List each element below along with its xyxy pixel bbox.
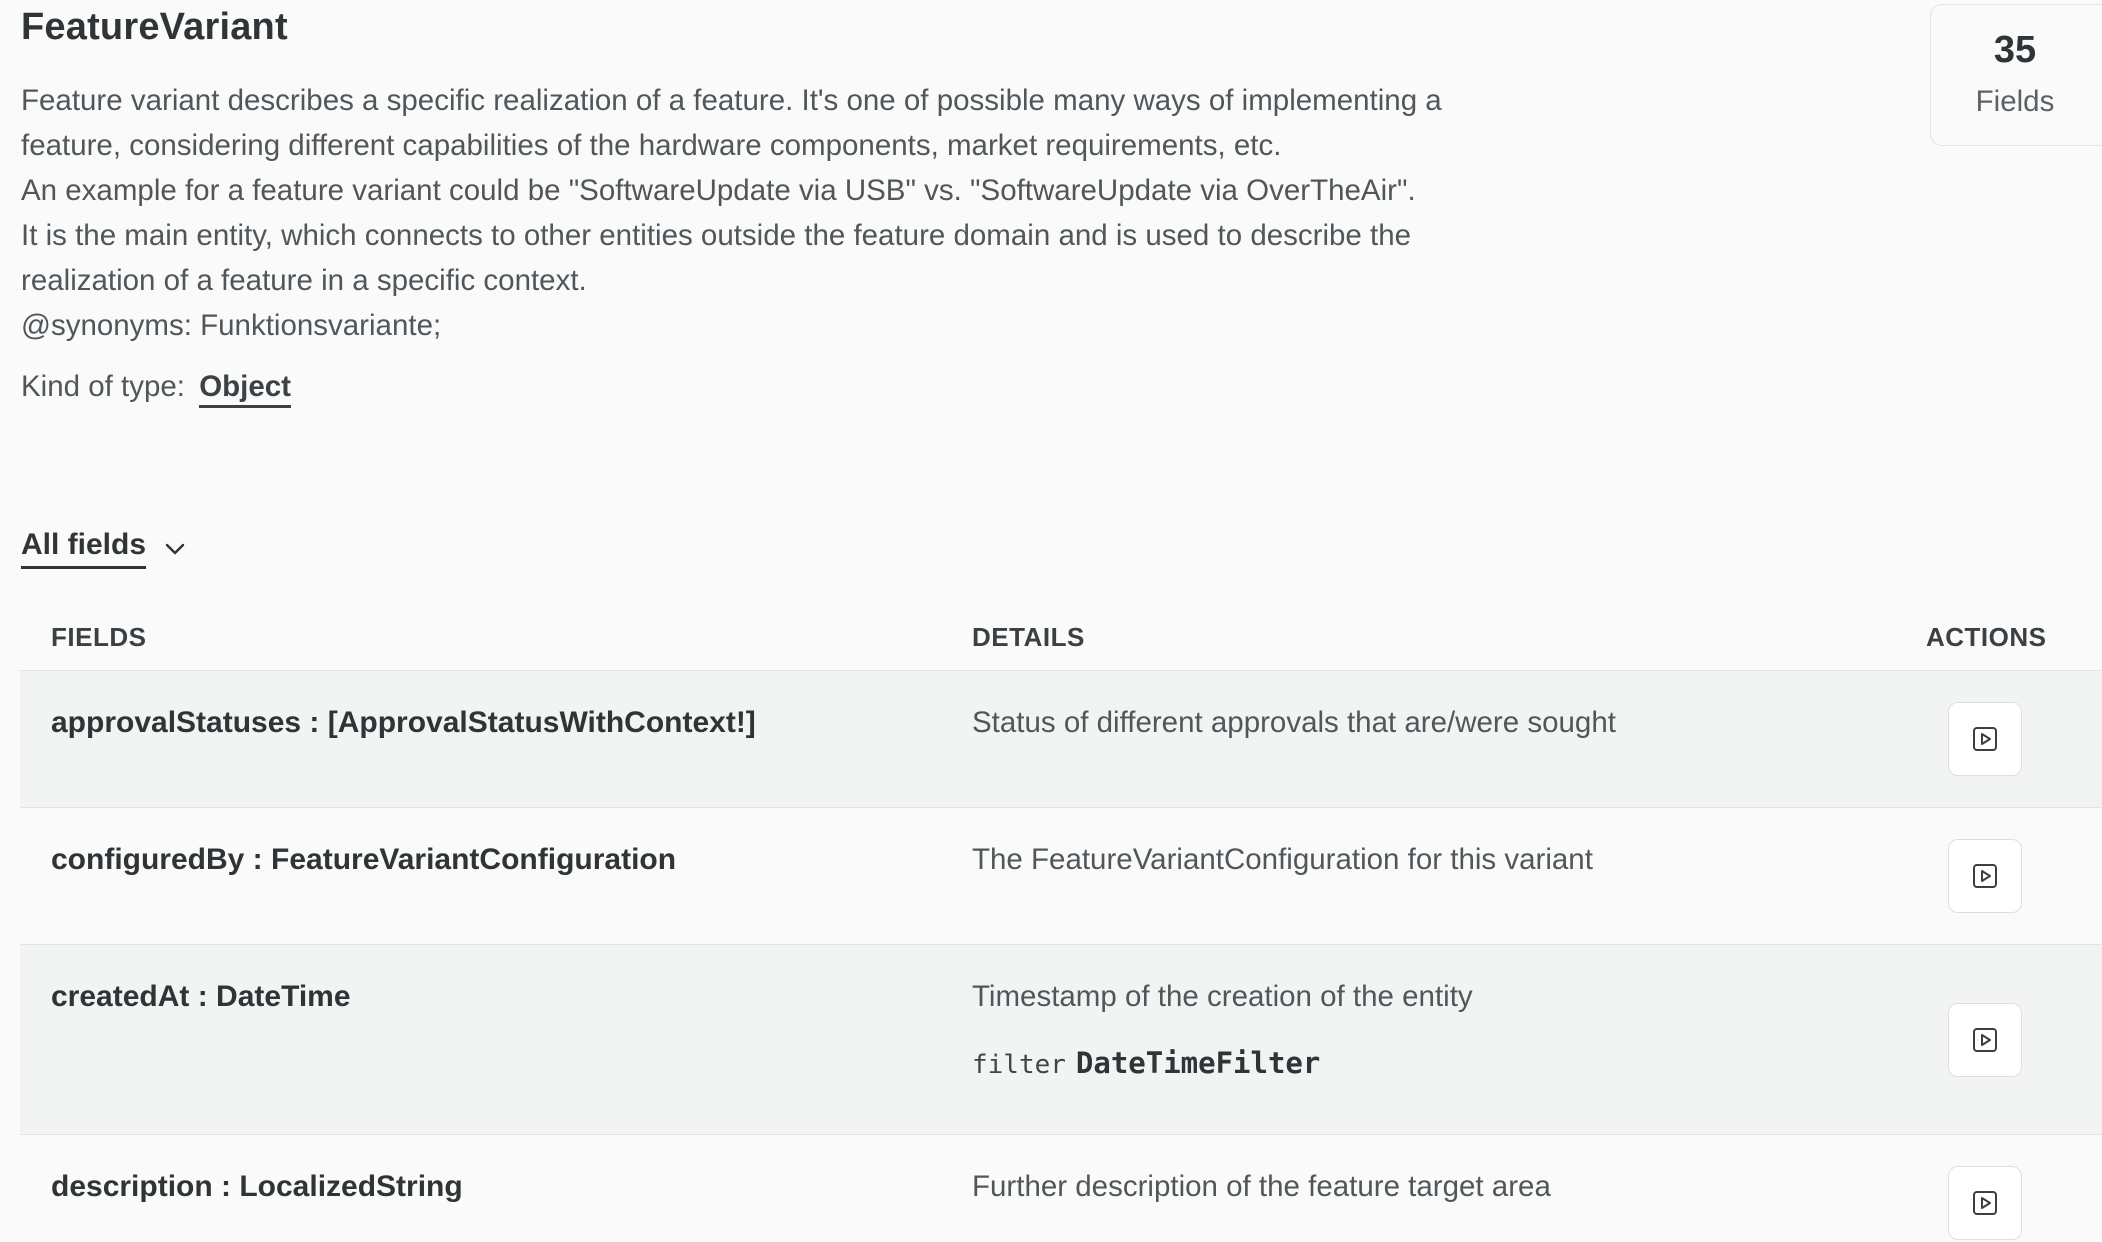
run-field-button[interactable] [1948, 702, 2022, 776]
field-count-label: Fields [1975, 85, 2055, 118]
description-line: Feature variant describes a specific rea… [21, 84, 1442, 117]
play-icon [1973, 727, 1997, 751]
type-description: Feature variant describes a specific rea… [21, 78, 1621, 348]
kind-of-type-label: Kind of type: [21, 370, 185, 403]
play-icon [1973, 864, 1997, 888]
filter-type-link[interactable]: DateTimeFilter [1076, 1046, 1320, 1080]
filter-keyword: filter [972, 1050, 1066, 1080]
run-field-button[interactable] [1948, 839, 2022, 913]
chevron-down-icon [164, 538, 186, 560]
column-header-actions: ACTIONS [1926, 622, 2047, 652]
table-row: approvalStatuses : [ApprovalStatusWithCo… [20, 671, 2102, 808]
field-detail: Status of different approvals that are/w… [972, 706, 1616, 739]
run-field-button[interactable] [1948, 1003, 2022, 1077]
field-signature: createdAt : DateTime [51, 980, 351, 1013]
table-row: createdAt : DateTime Timestamp of the cr… [20, 945, 2102, 1135]
field-signature: approvalStatuses : [ApprovalStatusWithCo… [51, 706, 756, 739]
field-detail: Further description of the feature targe… [972, 1170, 1551, 1203]
type-title: FeatureVariant [21, 6, 288, 48]
kind-of-type-link[interactable]: Object [199, 370, 292, 408]
field-filter: filter DateTimeFilter [972, 1046, 1473, 1080]
play-icon [1973, 1191, 1997, 1215]
field-detail: The FeatureVariantConfiguration for this… [972, 843, 1593, 876]
play-icon [1973, 1028, 1997, 1052]
description-line: realization of a feature in a specific c… [21, 264, 587, 297]
table-row: description : LocalizedString Further de… [20, 1135, 2102, 1242]
column-header-fields: FIELDS [51, 622, 147, 652]
column-header-details: DETAILS [972, 622, 1085, 652]
field-count-number: 35 [1993, 29, 2037, 71]
run-field-button[interactable] [1948, 1166, 2022, 1240]
description-line: @synonyms: Funktionsvariante; [21, 309, 442, 342]
field-count-card: 35 Fields [1930, 4, 2102, 146]
kind-of-type: Kind of type: Object [21, 370, 292, 408]
fields-table-header: FIELDS DETAILS ACTIONS [20, 600, 2102, 671]
fields-filter-label: All fields [21, 528, 147, 569]
field-detail-text: Timestamp of the creation of the entity [972, 980, 1473, 1013]
type-detail-page: FeatureVariant Feature variant describes… [0, 0, 2102, 1242]
description-line: An example for a feature variant could b… [21, 174, 1416, 207]
table-row: configuredBy : FeatureVariantConfigurati… [20, 808, 2102, 945]
field-signature: description : LocalizedString [51, 1170, 463, 1203]
fields-table: FIELDS DETAILS ACTIONS approvalStatuses … [20, 600, 2102, 1242]
field-signature: configuredBy : FeatureVariantConfigurati… [51, 843, 677, 876]
description-line: It is the main entity, which connects to… [21, 219, 1412, 252]
description-line: feature, considering different capabilit… [21, 129, 1282, 162]
fields-filter-dropdown[interactable]: All fields [21, 528, 186, 569]
field-detail: Timestamp of the creation of the entity … [972, 980, 1473, 1080]
